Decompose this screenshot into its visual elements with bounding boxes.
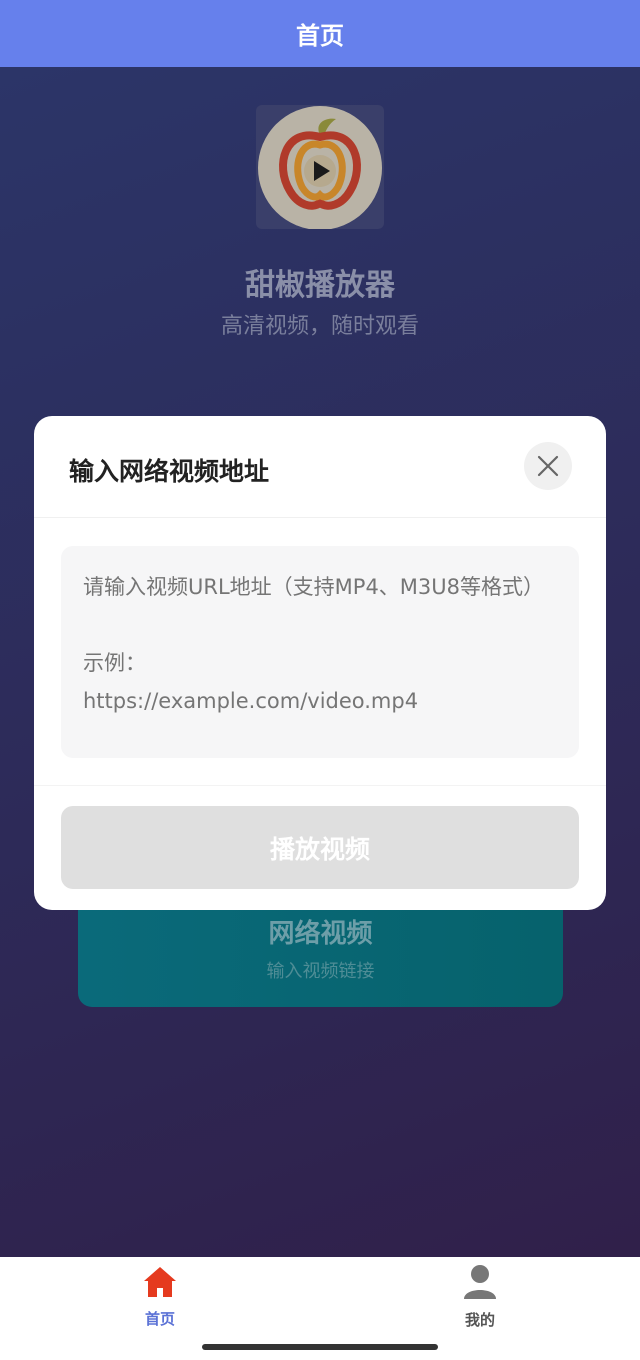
app-logo (256, 105, 384, 229)
url-input-dialog: 输入网络视频地址 播放视频 (34, 416, 606, 910)
user-icon (461, 1263, 499, 1301)
pepper-play-logo-icon (258, 106, 382, 229)
tab-me-label: 我的 (464, 1311, 495, 1329)
app-slogan: 高清视频，随时观看 (220, 314, 419, 339)
page-title: 首页 (296, 22, 344, 50)
play-video-button[interactable]: 播放视频 (61, 806, 579, 889)
video-url-input[interactable] (61, 546, 579, 758)
dialog-divider-bottom (34, 785, 606, 786)
dialog-title: 输入网络视频地址 (69, 457, 270, 486)
dialog-divider (34, 517, 606, 518)
app-name: 甜椒播放器 (245, 268, 395, 303)
tab-home[interactable]: 首页 (100, 1263, 220, 1329)
network-video-title: 网络视频 (268, 919, 373, 949)
tab-me[interactable]: 我的 (420, 1263, 540, 1329)
home-icon (141, 1263, 179, 1300)
close-icon (537, 455, 559, 477)
network-video-subtitle: 输入视频链接 (266, 961, 375, 982)
close-button[interactable] (524, 442, 572, 490)
home-indicator (202, 1344, 438, 1350)
top-nav-bar: 首页 (0, 0, 640, 67)
tab-home-label: 首页 (144, 1310, 175, 1328)
